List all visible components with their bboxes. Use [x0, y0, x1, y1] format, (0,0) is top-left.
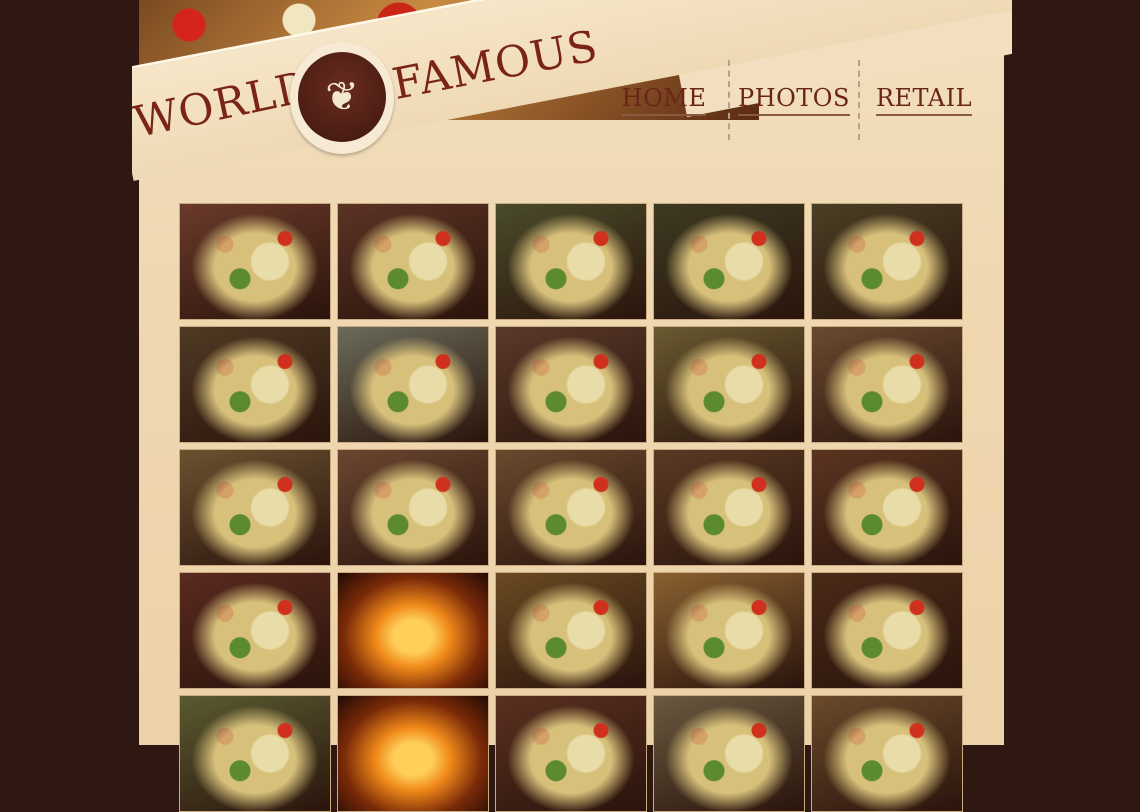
- gallery-thumbnail[interactable]: [653, 326, 805, 443]
- thumbnail-photo-pizza-red-green-square: [180, 450, 330, 565]
- logo-emblem[interactable]: ❦: [290, 42, 394, 154]
- nav-label-retail: RETAIL: [875, 84, 973, 116]
- gallery-thumbnail[interactable]: [337, 326, 489, 443]
- gallery-thumbnail[interactable]: [179, 203, 331, 320]
- gallery-thumbnail[interactable]: [653, 203, 805, 320]
- gallery-thumbnail[interactable]: [495, 572, 647, 689]
- gallery-thumbnail[interactable]: [337, 203, 489, 320]
- main-nav: HOME PHOTOS RETAIL: [600, 60, 988, 140]
- gallery-thumbnail[interactable]: [653, 695, 805, 812]
- thumbnail-photo-pizza-red-green-edge: [496, 450, 646, 565]
- thumbnail-photo-pizza-green-dark-board: [654, 204, 804, 319]
- thumbnail-photo-pizza-cheese-glowing: [496, 573, 646, 688]
- gallery-thumbnail[interactable]: [179, 572, 331, 689]
- gallery-thumbnail[interactable]: [653, 572, 805, 689]
- thumbnail-photo-pizza-square-purple-onion: [180, 204, 330, 319]
- gallery-thumbnail[interactable]: [179, 326, 331, 443]
- thumbnail-photo-pizza-lattice-dessert: [812, 696, 962, 811]
- gallery-thumbnail[interactable]: [337, 572, 489, 689]
- gallery-thumbnail[interactable]: [495, 449, 647, 566]
- thumbnail-photo-pizza-red-partial: [496, 696, 646, 811]
- gallery-thumbnail[interactable]: [337, 695, 489, 812]
- gallery-thumbnail[interactable]: [495, 326, 647, 443]
- thumbnail-photo-pizza-red-pepper: [812, 327, 962, 442]
- photo-gallery: [179, 203, 963, 812]
- gallery-thumbnail[interactable]: [811, 572, 963, 689]
- thumbnail-photo-pizza-dessert-crust: [654, 573, 804, 688]
- thumbnail-photo-pizza-green-closeup: [812, 204, 962, 319]
- thumbnail-photo-pizza-green-bottom: [180, 696, 330, 811]
- thumbnail-photo-pizza-green-on-board: [496, 204, 646, 319]
- nav-label-home: HOME: [621, 84, 707, 116]
- nav-item-retail[interactable]: RETAIL: [858, 60, 988, 140]
- thumbnail-photo-pizza-salami-closeup: [812, 450, 962, 565]
- thumbnail-photo-pizza-cheese-green: [654, 327, 804, 442]
- gallery-thumbnail[interactable]: [811, 695, 963, 812]
- thumbnail-photo-pizza-square-dark: [338, 204, 488, 319]
- thumbnail-photo-pizza-on-white-board: [654, 696, 804, 811]
- gallery-thumbnail[interactable]: [495, 203, 647, 320]
- thumbnail-photo-pizza-dessert-dark: [812, 573, 962, 688]
- gallery-thumbnail[interactable]: [811, 326, 963, 443]
- thumbnail-photo-pizza-red-green-closeup: [338, 450, 488, 565]
- gallery-thumbnail[interactable]: [653, 449, 805, 566]
- thumbnail-photo-pizza-restaurant-table: [180, 573, 330, 688]
- thumbnail-photo-pizza-meat-peppers: [654, 450, 804, 565]
- gallery-thumbnail[interactable]: [811, 449, 963, 566]
- gallery-thumbnail[interactable]: [811, 203, 963, 320]
- thumbnail-photo-wood-oven-fire: [338, 573, 488, 688]
- gallery-thumbnail[interactable]: [495, 695, 647, 812]
- gallery-thumbnail[interactable]: [179, 695, 331, 812]
- nav-label-photos: PHOTOS: [738, 84, 850, 116]
- logo-heart-icon: ❦: [298, 52, 386, 142]
- thumbnail-photo-pizza-green-angle: [496, 327, 646, 442]
- thumbnail-photo-hand-holding-slice: [338, 327, 488, 442]
- thumbnail-photo-wood-oven-flames: [338, 696, 488, 811]
- gallery-thumbnail[interactable]: [179, 449, 331, 566]
- thumbnail-photo-pizza-green-red-board: [180, 327, 330, 442]
- nav-item-home[interactable]: HOME: [600, 60, 728, 140]
- nav-item-photos[interactable]: PHOTOS: [728, 60, 858, 140]
- gallery-thumbnail[interactable]: [337, 449, 489, 566]
